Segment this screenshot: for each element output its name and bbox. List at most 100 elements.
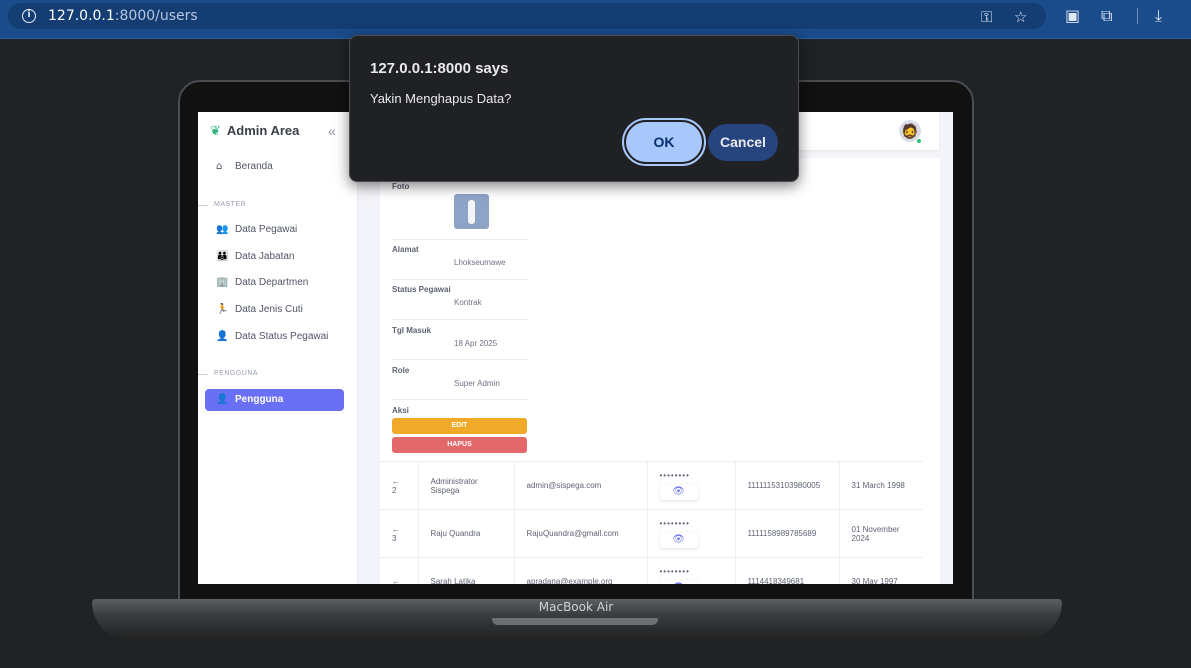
browser-toolbar: i 127.0.0.1:8000/users ⚿ ☆ ▣ ⧉ ⤓ xyxy=(0,0,1191,39)
home-icon: ⌂ xyxy=(216,161,223,172)
employee-photo xyxy=(454,194,489,229)
sidebar-item-label: Data Status Pegawai xyxy=(235,331,329,342)
foto-label: Foto xyxy=(392,182,410,191)
table-row: ← 3 Raju Quandra RajuQuandra@gmail.com ••… xyxy=(380,509,923,558)
app-logo[interactable]: ❦ Admin Area xyxy=(210,123,299,139)
download-icon[interactable]: ⤓ xyxy=(1155,6,1162,26)
sidebar-item-data-pegawai[interactable]: 👥 Data Pegawai xyxy=(205,219,344,241)
divider xyxy=(392,239,528,240)
laptop-brand: MacBook Air xyxy=(538,600,614,614)
dialog-title: 127.0.0.1:8000 says xyxy=(370,60,509,77)
sidebar-item-label: Beranda xyxy=(235,161,273,172)
name-cell: Raju Quandra xyxy=(418,509,515,558)
url-text[interactable]: 127.0.0.1:8000/users xyxy=(48,8,198,24)
sidebar-item-label: Data Jabatan xyxy=(235,251,295,262)
building-icon: 🏢 xyxy=(216,277,229,288)
nip-cell: 1114418349681 xyxy=(735,557,840,584)
section-pengguna: PENGGUNA xyxy=(198,370,259,377)
cancel-button[interactable]: Cancel xyxy=(708,124,778,161)
row-number-cell[interactable]: ← 2 xyxy=(380,461,419,510)
sidebar-item-label: Data Pegawai xyxy=(235,224,298,235)
expand-arrow-icon[interactable]: ← xyxy=(392,477,400,486)
show-password-eye-icon[interactable]: 👁 xyxy=(659,484,698,500)
person-figure xyxy=(468,200,475,224)
aksi-label: Aksi xyxy=(392,406,409,415)
email-cell: admin@sispega.com xyxy=(514,461,648,510)
table-row: ← Sarah Latika apradana@example.org ••••… xyxy=(380,557,923,584)
password-cell: •••••••• 👁 xyxy=(647,557,736,584)
sidebar-item-data-departmen[interactable]: 🏢 Data Departmen xyxy=(205,272,344,294)
divider xyxy=(392,279,528,280)
row-number-cell[interactable]: ← xyxy=(380,557,419,584)
people-icon: 👪 xyxy=(216,251,229,262)
user-icon: 👤 xyxy=(216,394,229,405)
row-number-cell[interactable]: ← 3 xyxy=(380,509,419,558)
divider xyxy=(392,359,528,360)
url-host: 127.0.0.1 xyxy=(48,8,115,24)
tab-icon[interactable]: ▣ xyxy=(1065,6,1080,25)
sidebar-item-pengguna[interactable]: 👤 Pengguna xyxy=(205,389,344,411)
alamat-label: Alamat xyxy=(392,245,419,254)
hapus-button[interactable]: HAPUS xyxy=(392,437,527,453)
password-mask: •••••••• xyxy=(659,519,690,528)
key-icon[interactable]: ⚿ xyxy=(981,8,992,26)
status-pegawai-label: Status Pegawai xyxy=(392,285,451,294)
divider xyxy=(392,399,528,400)
row-number: 3 xyxy=(392,533,397,543)
date-cell: 31 March 1998 xyxy=(839,461,923,510)
collapse-sidebar-icon[interactable]: « xyxy=(328,123,336,139)
sidebar-item-data-jenis-cuti[interactable]: 🏃 Data Jenis Cuti xyxy=(205,299,344,321)
password-mask: •••••••• xyxy=(659,567,690,577)
expand-arrow-icon[interactable]: ← xyxy=(392,525,400,534)
status-pegawai-value: Kontrak xyxy=(454,298,482,307)
sidebar-item-label: Pengguna xyxy=(235,394,284,405)
dialog-message: Yakin Menghapus Data? xyxy=(370,91,512,106)
role-value: Super Admin xyxy=(454,379,500,388)
sidebar-item-data-jabatan[interactable]: 👪 Data Jabatan xyxy=(205,246,344,268)
users-icon: 👥 xyxy=(216,224,229,235)
sidebar-item-beranda[interactable]: ⌂ Beranda xyxy=(205,156,344,178)
tgl-masuk-value: 18 Apr 2025 xyxy=(454,339,498,348)
star-icon[interactable]: ☆ xyxy=(1014,8,1027,26)
running-icon: 🏃 xyxy=(216,304,229,315)
nip-cell: 1111158989785689 xyxy=(735,509,840,558)
alamat-value: Lhokseumawe xyxy=(454,258,506,267)
edit-button[interactable]: EDIT xyxy=(392,418,527,434)
expand-arrow-icon[interactable]: ← xyxy=(392,577,400,584)
password-cell: •••••••• 👁 xyxy=(647,461,736,510)
show-password-eye-icon[interactable]: 👁 xyxy=(659,580,698,584)
name-cell: Administrator Sispega xyxy=(418,461,515,510)
nip-cell: 1111115310398000​5 xyxy=(735,461,840,510)
email-cell: apradana@example.org xyxy=(514,557,648,584)
app-title: Admin Area xyxy=(226,123,300,138)
sidebar-item-data-status-pegawai[interactable]: 👤 Data Status Pegawai xyxy=(205,326,344,348)
confirm-dialog: 127.0.0.1:8000 says Yakin Menghapus Data… xyxy=(349,35,799,182)
date-cell: 01 November 2024 xyxy=(839,509,923,558)
show-password-eye-icon[interactable]: 👁 xyxy=(659,532,698,548)
sidebar: ❦ Admin Area « ⌂ Beranda MASTER 👥 Data Pega… xyxy=(198,112,358,584)
date-cell: 30 May 1997 xyxy=(839,557,923,584)
users-table: ← 2 Administrator Sispega admin@sispega.c… xyxy=(380,461,923,584)
extensions-icon[interactable]: ⧉ xyxy=(1101,6,1112,26)
password-cell: •••••••• 👁 xyxy=(647,509,736,558)
sidebar-item-label: Data Departmen xyxy=(235,277,309,288)
online-status-indicator xyxy=(916,138,922,144)
tgl-masuk-label: Tgl Masuk xyxy=(392,326,432,335)
ok-button[interactable]: OK xyxy=(622,118,706,166)
url-path: :8000/users xyxy=(114,8,198,24)
divider xyxy=(392,319,528,320)
user-gear-icon: 👤 xyxy=(216,331,229,342)
laptop-notch xyxy=(492,618,658,625)
toolbar-divider xyxy=(1137,8,1138,24)
leaf-icon: ❦ xyxy=(210,124,221,139)
role-label: Role xyxy=(392,366,410,375)
laptop-screen: ❦ Admin Area « ⌂ Beranda MASTER 👥 Data Pega… xyxy=(198,112,953,584)
sidebar-item-label: Data Jenis Cuti xyxy=(235,304,303,315)
table-row: ← 2 Administrator Sispega admin@sispega.c… xyxy=(380,461,923,510)
address-bar[interactable]: i 127.0.0.1:8000/users ⚿ ☆ xyxy=(8,3,1046,29)
name-cell: Sarah Latika xyxy=(418,557,515,584)
row-number: 2 xyxy=(392,485,397,495)
password-mask: •••••••• xyxy=(659,471,690,480)
info-icon[interactable]: i xyxy=(22,9,36,23)
section-master: MASTER xyxy=(198,201,247,208)
